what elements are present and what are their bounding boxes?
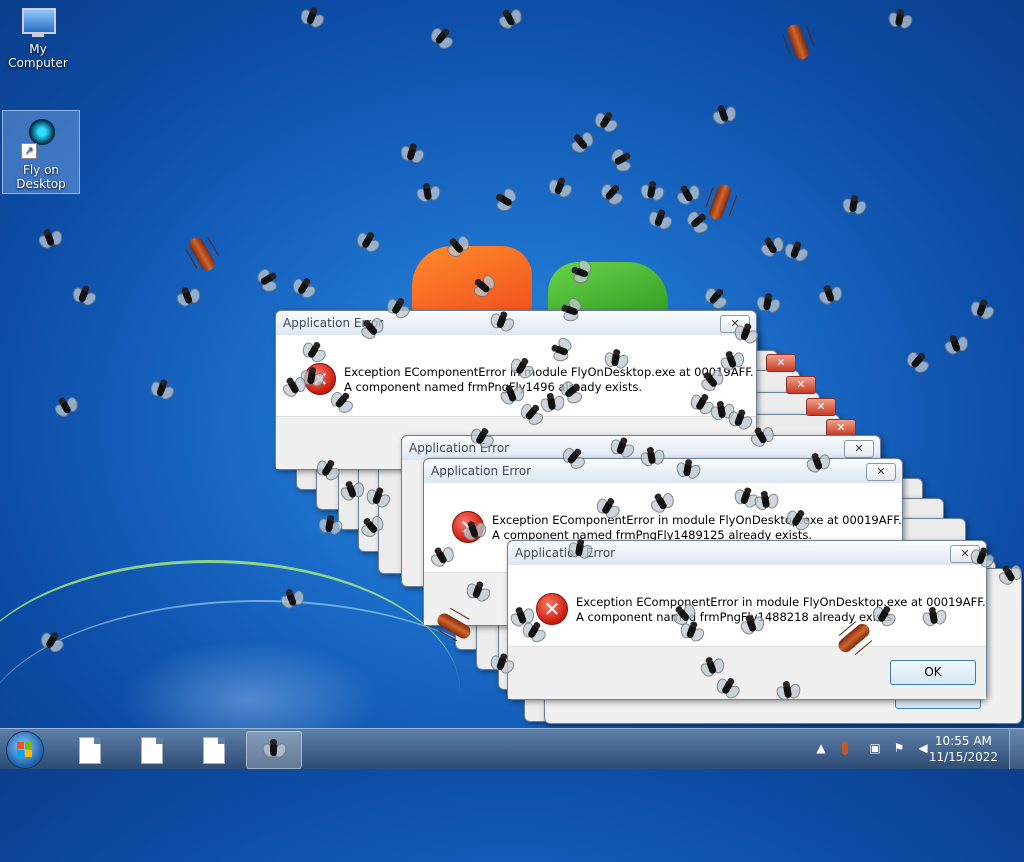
error-line-2: A component named frmPngFly1496 already … — [344, 380, 643, 394]
stacked-close-strip: ✕ — [800, 417, 856, 437]
computer-icon — [18, 6, 58, 40]
dialog-titlebar[interactable]: Application Error ✕ — [276, 311, 756, 335]
desktop-icon-label: Fly on Desktop — [16, 163, 66, 191]
roach-tray-icon[interactable] — [838, 741, 852, 755]
start-button[interactable] — [6, 731, 44, 769]
fly-icon — [352, 226, 383, 256]
desktop-icon-my-computer[interactable]: My Computer — [0, 6, 76, 70]
fly-icon — [173, 283, 201, 311]
fly-icon — [147, 375, 177, 403]
dialog-titlebar[interactable]: Application Error ✕ — [424, 459, 902, 483]
fly-icon — [69, 281, 99, 309]
taskbar-button-fly-on-desktop[interactable] — [246, 731, 302, 769]
windows-logo-icon — [17, 742, 33, 758]
error-icon: ✕ — [536, 593, 568, 625]
taskbar: ▲ ▣ ⚑ ◀ 10:55 AM 11/15/2022 — [0, 728, 1024, 769]
fly-icon — [288, 272, 319, 302]
stacked-close-strip: ✕ — [780, 396, 836, 416]
cockroach-icon — [779, 17, 817, 67]
fly-icon — [490, 185, 520, 216]
fly-icon — [414, 180, 442, 205]
fly-icon — [781, 237, 811, 265]
fly-icon — [709, 101, 737, 129]
show-hidden-icons-arrow[interactable]: ▲ — [814, 741, 828, 755]
fly-icon — [886, 6, 915, 32]
fly-icon — [756, 232, 786, 262]
wallpaper-logo-red — [412, 246, 532, 316]
fly-icon — [682, 206, 713, 237]
ok-button[interactable]: OK — [890, 660, 976, 685]
fly-icon — [840, 192, 869, 218]
fly-icon — [590, 106, 621, 136]
dialog-title: Application Error — [283, 316, 384, 330]
error-message: Exception EComponentError in module FlyO… — [576, 595, 986, 625]
shortcut-arrow-icon: ↗ — [21, 143, 37, 159]
taskbar-button-document[interactable] — [124, 731, 178, 767]
fly-icon — [645, 205, 675, 233]
error-dialog-front: Application Error ✕ ✕ Exception ECompone… — [507, 540, 987, 700]
dialog-body: ✕ Exception EComponentError in module Fl… — [508, 565, 986, 699]
close-button[interactable]: ✕ — [866, 463, 896, 481]
fly-icon — [50, 392, 80, 422]
fly-icon — [700, 282, 731, 313]
dialog-title: Application Error — [409, 441, 510, 455]
system-clock[interactable]: 10:55 AM 11/15/2022 — [929, 733, 998, 765]
fly-icon — [902, 346, 933, 377]
fly-app-icon — [260, 738, 289, 760]
dialog-footer: OK — [508, 646, 986, 699]
close-button[interactable]: ✕ — [950, 545, 980, 563]
error-icon: ✕ — [452, 511, 484, 543]
error-message: Exception EComponentError in module FlyO… — [492, 513, 902, 543]
error-line-2: A component named frmPngFly1488218 alrea… — [576, 610, 897, 624]
fly-icon — [426, 22, 457, 53]
error-line-1: Exception EComponentError in module FlyO… — [492, 513, 902, 527]
clock-time: 10:55 AM — [934, 734, 992, 748]
document-icon — [203, 737, 225, 764]
close-button[interactable]: ✕ — [720, 315, 750, 333]
fly-icon — [941, 331, 969, 359]
action-center-icon[interactable]: ⚑ — [892, 741, 906, 755]
taskbar-button-document[interactable] — [62, 731, 116, 767]
dialog-title: Application Error — [515, 546, 616, 560]
desktop-icon-fly-on-desktop[interactable]: ↗ Fly on Desktop — [2, 110, 80, 194]
dialog-titlebar[interactable]: Application Error ✕ — [402, 436, 880, 460]
fly-icon — [638, 178, 667, 204]
fly-icon — [494, 4, 524, 34]
fly-icon — [398, 140, 427, 167]
dialog-title: Application Error — [431, 464, 532, 478]
stacked-close-strip: ✕ — [760, 374, 816, 394]
document-icon — [141, 737, 163, 764]
fly-icon — [967, 295, 997, 323]
taskbar-button-document[interactable] — [186, 731, 240, 767]
fly-icon — [672, 180, 702, 210]
fly-icon — [566, 128, 597, 159]
error-line-1: Exception EComponentError in module FlyO… — [576, 595, 986, 609]
desktop-icon-label: My Computer — [8, 42, 68, 70]
close-button[interactable]: ✕ — [806, 398, 836, 416]
show-desktop-button[interactable] — [1009, 729, 1024, 769]
document-icon — [79, 737, 101, 764]
fly-icon — [815, 281, 843, 309]
clock-date: 11/15/2022 — [928, 750, 998, 764]
fly-icon — [596, 178, 627, 209]
fly-icon — [606, 144, 636, 174]
fly-icon — [252, 264, 282, 294]
fly-icon — [35, 225, 63, 253]
dialog-titlebar[interactable]: Application Error ✕ — [508, 541, 986, 565]
fly-app-icon: ↗ — [21, 117, 61, 161]
fly-icon — [297, 3, 327, 31]
close-button[interactable]: ✕ — [844, 440, 874, 458]
network-icon[interactable]: ▣ — [868, 741, 882, 755]
error-line-1: Exception EComponentError in module FlyO… — [344, 365, 754, 379]
fly-icon — [754, 290, 783, 316]
fly-icon — [545, 173, 575, 201]
close-button[interactable]: ✕ — [786, 376, 816, 394]
cockroach-icon — [181, 229, 224, 279]
cockroach-icon — [701, 177, 739, 227]
error-message: Exception EComponentError in module FlyO… — [344, 365, 754, 395]
close-button[interactable]: ✕ — [766, 354, 796, 372]
error-icon: ✕ — [304, 363, 336, 395]
